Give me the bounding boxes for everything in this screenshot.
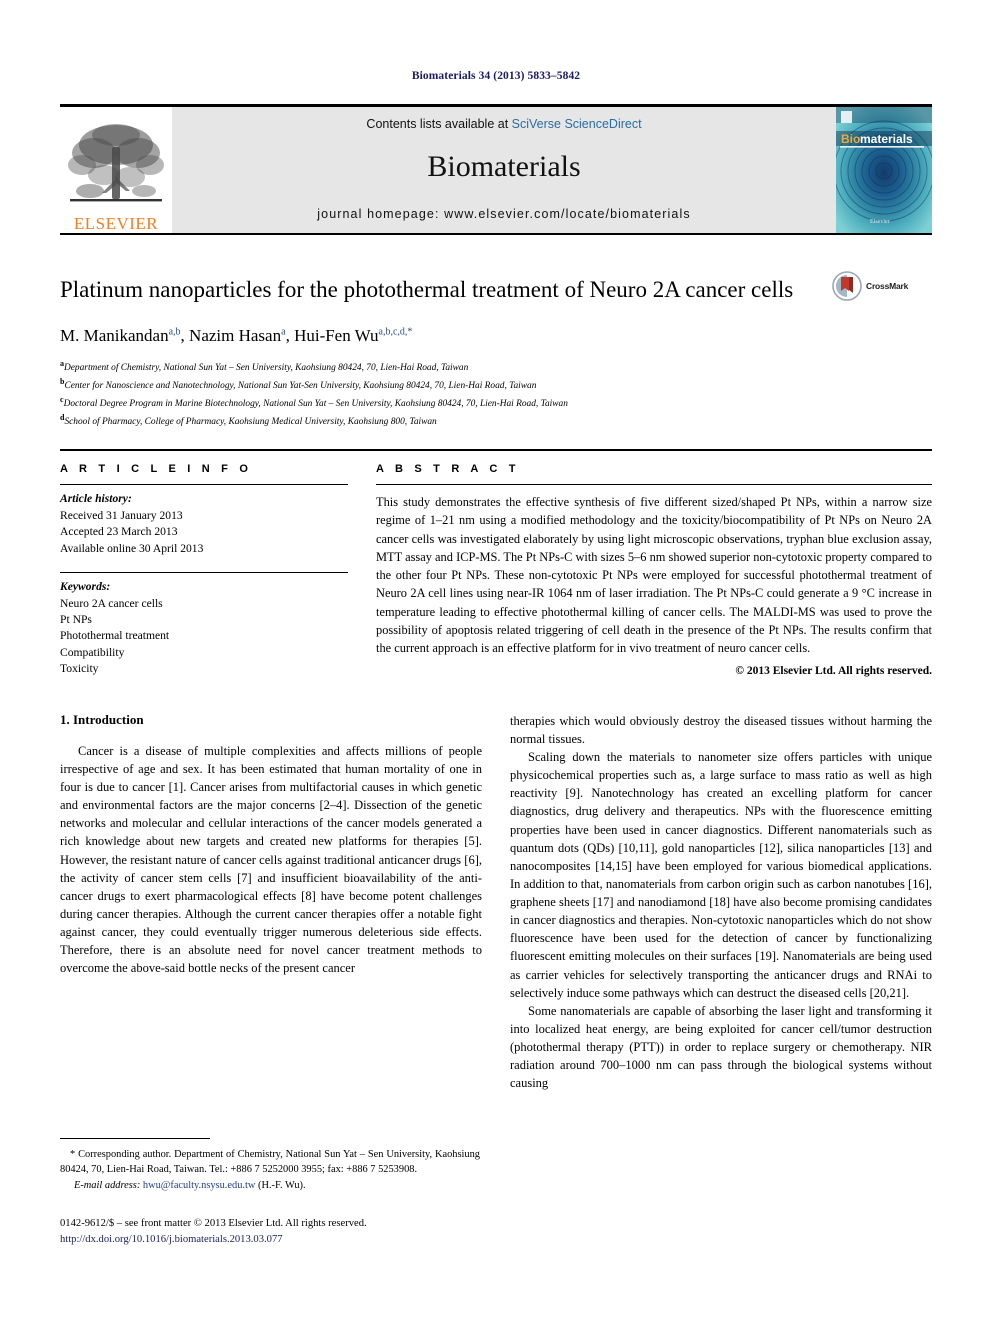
doi-link[interactable]: http://dx.doi.org/10.1016/j.biomaterials… (60, 1232, 490, 1248)
keywords-rule (60, 572, 348, 574)
history-item: Available online 30 April 2013 (60, 541, 204, 555)
article-page: Biomaterials 34 (2013) 5833–5842 ELSEVIE… (0, 0, 992, 1323)
author-separator: , (180, 326, 190, 346)
corresponding-author-text: * Corresponding author. Department of Ch… (60, 1149, 480, 1176)
history-item: Received 31 January 2013 (60, 508, 183, 522)
author-name: Hui-Fen Wu (294, 326, 379, 346)
email-label: E-mail address: (74, 1180, 141, 1192)
journal-cover-thumbnail: Bio materials Elsevier (836, 107, 932, 233)
svg-text:Elsevier: Elsevier (870, 219, 890, 225)
intro-paragraph-right-1: therapies which would obviously destroy … (510, 713, 932, 746)
cover-artwork-icon: Bio materials Elsevier (836, 107, 932, 233)
section-heading-introduction: 1. Introduction (60, 711, 144, 727)
intro-paragraph-right-2: Scaling down the materials to nanometer … (510, 750, 932, 1000)
journal-homepage-line[interactable]: journal homepage: www.elsevier.com/locat… (317, 207, 690, 221)
page-title: Platinum nanoparticles for the photother… (60, 277, 794, 302)
keyword-item: Toxicity (60, 662, 99, 676)
abstract-heading: A B S T R A C T (376, 463, 520, 476)
journal-banner: Contents lists available at SciVerse Sci… (172, 107, 836, 233)
footnote-rule (60, 1138, 210, 1139)
affiliation-item: bCenter for Nanoscience and Nanotechnolo… (60, 376, 822, 394)
affiliation-text: Doctoral Degree Program in Marine Biotec… (63, 398, 568, 409)
crossmark-icon (832, 271, 862, 301)
contents-list-line: Contents lists available at SciVerse Sci… (366, 117, 641, 131)
article-info-heading: A R T I C L E I N F O (60, 463, 253, 476)
svg-text:materials: materials (860, 132, 913, 146)
keyword-item: Compatibility (60, 645, 125, 659)
body-columns: 1. Introduction Cancer is a disease of m… (60, 712, 932, 1093)
keywords-title: Keywords: (60, 580, 111, 594)
affiliation-text: Center for Nanoscience and Nanotechnolog… (64, 381, 537, 392)
corresponding-author-footnote: * Corresponding author. Department of Ch… (60, 1138, 480, 1191)
elsevier-logo: ELSEVIER (60, 107, 172, 233)
keyword-item: Neuro 2A cancer cells (60, 596, 163, 610)
author-separator: , (285, 326, 295, 346)
keyword-item: Pt NPs (60, 612, 92, 626)
email-line: E-mail address: hwu@faculty.nsysu.edu.tw… (60, 1180, 480, 1191)
crossmark-label: CrossMark (866, 281, 909, 291)
intro-paragraph-right-3: Some nanomaterials are capable of absorb… (510, 1003, 932, 1091)
issn-copyright-line: 0142-9612/$ – see front matter © 2013 El… (60, 1218, 367, 1229)
elsevier-wordmark: ELSEVIER (73, 214, 159, 233)
author-list: M. Manikandana,b, Nazim Hasana, Hui-Fen … (60, 326, 822, 346)
affiliation-item: aDepartment of Chemistry, National Sun Y… (60, 358, 822, 376)
abstract-column: A B S T R A C T This study demonstrates … (376, 463, 932, 678)
page-footer: 0142-9612/$ – see front matter © 2013 El… (60, 1216, 490, 1248)
svg-text:Bio: Bio (841, 132, 860, 146)
title-block: Platinum nanoparticles for the photother… (60, 271, 932, 429)
history-item: Accepted 23 March 2013 (60, 525, 178, 539)
abstract-copyright: © 2013 Elsevier Ltd. All rights reserved… (735, 665, 932, 678)
crossmark-badge[interactable]: CrossMark (832, 271, 932, 301)
author-affiliation-marks: a,b (168, 326, 181, 338)
author-name: M. Manikandan (60, 326, 169, 346)
body-column-right: therapies which would obviously destroy … (510, 712, 932, 1093)
author-name: Nazim Hasan (189, 326, 282, 346)
intro-paragraph-left: Cancer is a disease of multiple complexi… (60, 743, 482, 976)
masthead-bottom-rule (60, 233, 932, 235)
article-history-block: Article history: Received 31 January 201… (60, 485, 348, 557)
email-owner: (H.-F. Wu). (258, 1180, 306, 1192)
contents-prefix: Contents lists available at (366, 117, 512, 131)
abstract-text: This study demonstrates the effective sy… (376, 495, 932, 656)
sciencedirect-link[interactable]: SciVerse ScienceDirect (512, 117, 642, 131)
article-info-column: A R T I C L E I N F O Article history: R… (60, 463, 348, 678)
journal-masthead: ELSEVIER Contents lists available at Sci… (60, 104, 932, 235)
article-info-abstract-row: A R T I C L E I N F O Article history: R… (60, 449, 932, 678)
author-entry: Hui-Fen Wua,b,c,d,* (294, 326, 412, 345)
email-link[interactable]: hwu@faculty.nsysu.edu.tw (143, 1180, 256, 1191)
running-head: Biomaterials 34 (2013) 5833–5842 (411, 70, 581, 82)
affiliation-text: School of Pharmacy, College of Pharmacy,… (64, 416, 437, 427)
author-entry: M. Manikandana,b, (60, 326, 189, 345)
author-affiliation-marks: a,b,c,d,* (378, 326, 413, 338)
journal-title: Biomaterials (427, 150, 581, 183)
body-column-left: 1. Introduction Cancer is a disease of m… (60, 712, 482, 1093)
affiliation-item: cDoctoral Degree Program in Marine Biote… (60, 394, 822, 412)
affiliation-text: Department of Chemistry, National Sun Ya… (64, 363, 469, 374)
affiliation-list: aDepartment of Chemistry, National Sun Y… (60, 358, 822, 429)
affiliation-item: dSchool of Pharmacy, College of Pharmacy… (60, 412, 822, 430)
author-entry: Nazim Hasana, (189, 326, 294, 345)
article-history-title: Article history: (60, 492, 132, 506)
keywords-block: Keywords: Neuro 2A cancer cells Pt NPs P… (60, 566, 348, 678)
elsevier-tree-icon (68, 124, 164, 202)
keyword-item: Photothermal treatment (60, 629, 170, 643)
